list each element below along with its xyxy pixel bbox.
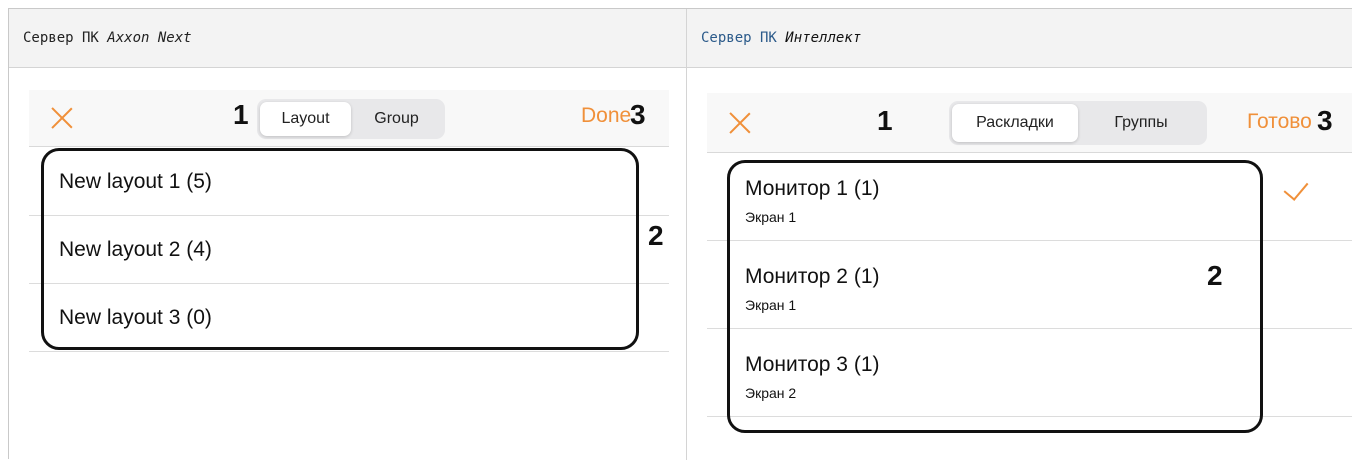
close-icon[interactable] xyxy=(51,107,73,129)
callout-3: 3 xyxy=(1317,105,1333,136)
comparison-table: Сервер ПК Axxon Next Сервер ПК Интеллект… xyxy=(8,8,1352,460)
callout-3: 3 xyxy=(630,99,646,130)
tab-layouts[interactable]: Раскладки xyxy=(952,104,1078,142)
tab-group[interactable]: Group xyxy=(351,102,442,136)
tab-groups[interactable]: Группы xyxy=(1078,104,1204,142)
intellect-screen: 1 Раскладки Группы Готово 3 Монитор 1 (1… xyxy=(687,68,1352,460)
column-header-axxon: Сервер ПК Axxon Next xyxy=(9,9,687,68)
done-button[interactable]: Готово xyxy=(1247,110,1312,134)
done-button[interactable]: Done xyxy=(581,104,631,128)
axxon-screen: 1 Layout Group Done 3 New layout 1 (5) N… xyxy=(9,68,686,460)
tab-layout[interactable]: Layout xyxy=(260,102,351,136)
axxon-navbar: 1 Layout Group Done 3 xyxy=(29,90,669,147)
callout-2: 2 xyxy=(1207,260,1223,291)
header-prefix: Сервер ПК xyxy=(701,30,786,46)
highlight-frame xyxy=(41,148,639,350)
highlight-frame xyxy=(727,160,1263,433)
intellect-navbar: 1 Раскладки Группы Готово 3 xyxy=(707,93,1352,153)
column-header-intellect: Сервер ПК Интеллект xyxy=(687,9,1352,68)
checkmark-icon xyxy=(1283,175,1309,201)
header-product: Axxon Next xyxy=(107,30,192,46)
callout-2: 2 xyxy=(648,220,664,251)
close-icon[interactable] xyxy=(729,112,751,134)
axxon-segmented-control: Layout Group xyxy=(257,99,445,139)
header-product: Интеллект xyxy=(785,30,862,46)
intellect-segmented-control: Раскладки Группы xyxy=(949,101,1207,145)
callout-1: 1 xyxy=(233,99,249,130)
header-prefix: Сервер ПК xyxy=(23,30,108,46)
callout-1: 1 xyxy=(877,105,893,136)
